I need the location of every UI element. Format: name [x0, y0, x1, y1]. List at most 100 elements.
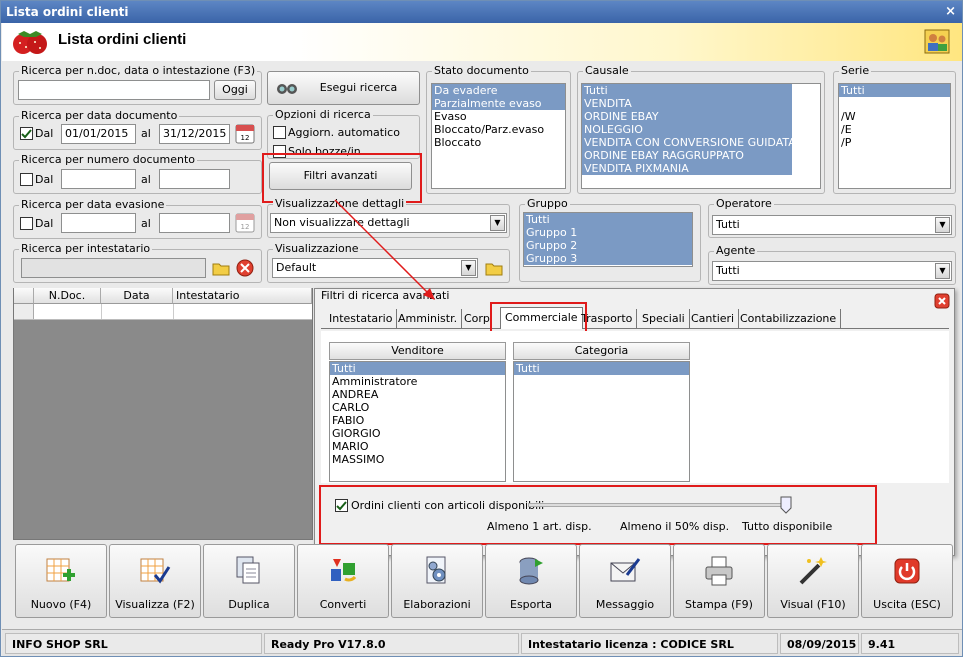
chevron-down-icon[interactable]: ▼ [461, 260, 476, 276]
venditore-list[interactable]: Tutti Amministratore ANDREA CARLO FABIO … [329, 361, 506, 482]
folder-icon[interactable] [484, 258, 504, 278]
column-header-data[interactable]: Data [101, 288, 173, 304]
list-item[interactable]: VENDITA CON CONVERSIONE GUIDATA [582, 136, 796, 149]
duplicate-button[interactable]: Duplica [203, 544, 295, 618]
list-item[interactable]: Evaso [432, 110, 565, 123]
today-button[interactable]: Oggi [214, 80, 256, 100]
list-item[interactable] [839, 97, 950, 110]
date-eva-from-input[interactable] [61, 213, 136, 233]
users-icon[interactable] [923, 27, 951, 55]
print-button[interactable]: Stampa (F9) [673, 544, 765, 618]
list-item[interactable]: FABIO [330, 414, 505, 427]
close-icon[interactable] [934, 293, 950, 309]
tab-corpo[interactable]: Corpo [460, 309, 492, 329]
list-item[interactable]: Da evadere [432, 84, 565, 97]
status-date: 08/09/2015 [780, 633, 859, 654]
tab-speciali[interactable]: Speciali [638, 309, 690, 329]
list-item[interactable]: Gruppo 1 [524, 226, 692, 239]
execute-search-button[interactable]: Esegui ricerca [267, 71, 420, 105]
date-eva-to-input[interactable] [159, 213, 230, 233]
list-item[interactable]: MASSIMO [330, 453, 505, 466]
clear-icon[interactable] [235, 258, 255, 278]
export-button[interactable]: Esporta [485, 544, 577, 618]
list-item[interactable]: Tutti [330, 362, 505, 375]
tab-intestatario[interactable]: Intestatario [325, 309, 398, 329]
search-text-label: Ricerca per n.doc, data o intestazione (… [19, 64, 258, 77]
list-item[interactable]: ORDINE EBAY RAGGRUPPATO [582, 149, 792, 162]
exit-button[interactable]: Uscita (ESC) [861, 544, 953, 618]
categoria-list[interactable]: Tutti [513, 361, 690, 482]
num-doc-from-input[interactable] [61, 169, 136, 189]
svg-text:12: 12 [241, 134, 250, 142]
view-label: Visualizza (F2) [115, 598, 195, 611]
printer-icon [705, 556, 733, 586]
tab-amministr[interactable]: Amministr. [394, 309, 463, 329]
num-doc-checkbox[interactable] [20, 173, 33, 186]
folder-icon[interactable] [211, 258, 231, 278]
stato-list[interactable]: Da evadere Parzialmente evaso Evaso Bloc… [431, 83, 566, 189]
calendar-icon[interactable]: 12 [235, 213, 255, 233]
list-item[interactable]: Amministratore [330, 375, 505, 388]
visual-button[interactable]: Visual (F10) [767, 544, 859, 618]
date-eva-checkbox[interactable] [20, 217, 33, 230]
list-item[interactable]: NOLEGGIO [582, 123, 792, 136]
causale-list[interactable]: Tutti VENDITA ORDINE EBAY NOLEGGIO VENDI… [581, 83, 821, 189]
annotation-arrow [334, 199, 435, 300]
date-doc-dal-label: Dal [35, 127, 54, 140]
list-item[interactable]: GIORGIO [330, 427, 505, 440]
list-item[interactable]: Gruppo 2 [524, 239, 692, 252]
agente-select[interactable]: Tutti ▼ [712, 261, 952, 281]
list-item[interactable]: Bloccato [432, 136, 565, 149]
list-item[interactable]: Tutti [514, 362, 689, 375]
list-item[interactable]: /P [839, 136, 950, 149]
auto-update-checkbox[interactable] [273, 126, 286, 139]
num-doc-to-input[interactable] [159, 169, 230, 189]
list-item[interactable]: VENDITA PIXMANIA [582, 162, 792, 175]
list-item[interactable]: ORDINE EBAY [582, 110, 792, 123]
print-label: Stampa (F9) [685, 598, 753, 611]
agente-label: Agente [714, 244, 758, 257]
orders-grid[interactable] [13, 288, 313, 540]
list-item[interactable]: /E [839, 123, 950, 136]
envelope-icon [610, 558, 641, 582]
message-button[interactable]: Messaggio [579, 544, 671, 618]
list-item[interactable]: ANDREA [330, 388, 505, 401]
date-doc-to-input[interactable]: 31/12/2015 [159, 124, 230, 144]
gears-document-icon [426, 556, 446, 584]
date-doc-checkbox[interactable] [20, 127, 33, 140]
table-row[interactable] [14, 304, 312, 320]
list-item[interactable]: /W [839, 110, 950, 123]
venditore-header: Venditore [329, 342, 506, 360]
operatore-select[interactable]: Tutti ▼ [712, 215, 952, 235]
list-item[interactable]: Gruppo 3 [524, 252, 692, 265]
date-eva-al-label: al [141, 217, 151, 230]
list-item[interactable]: Parzialmente evaso [432, 97, 565, 110]
chevron-down-icon[interactable]: ▼ [935, 217, 950, 233]
list-item[interactable]: Tutti [582, 84, 792, 97]
tab-cantieri[interactable]: Cantieri [687, 309, 740, 329]
column-header-intestatario[interactable]: Intestatario [173, 288, 312, 304]
list-item[interactable]: MARIO [330, 440, 505, 453]
list-item[interactable]: CARLO [330, 401, 505, 414]
visualizzazione-value: Default [276, 261, 317, 274]
list-item[interactable]: Tutti [524, 213, 692, 226]
date-doc-from-input[interactable]: 01/01/2015 [61, 124, 136, 144]
intestatario-input[interactable] [21, 258, 206, 278]
list-item[interactable]: Tutti [839, 84, 950, 97]
chevron-down-icon[interactable]: ▼ [935, 263, 950, 279]
convert-button[interactable]: Converti [297, 544, 389, 618]
calendar-icon[interactable]: 12 [235, 124, 255, 144]
serie-list[interactable]: Tutti /W /E /P [838, 83, 951, 189]
new-button[interactable]: Nuovo (F4) [15, 544, 107, 618]
column-header-ndoc[interactable]: N.Doc. [34, 288, 101, 304]
chevron-down-icon[interactable]: ▼ [490, 215, 505, 231]
tab-contabilizzazione[interactable]: Contabilizzazione [736, 309, 842, 329]
view-button[interactable]: Visualizza (F2) [109, 544, 201, 618]
list-item[interactable]: VENDITA [582, 97, 792, 110]
close-icon[interactable]: × [945, 1, 956, 23]
elaborations-button[interactable]: Elaborazioni [391, 544, 483, 618]
gruppo-list[interactable]: Tutti Gruppo 1 Gruppo 2 Gruppo 3 [523, 212, 693, 267]
list-item[interactable]: Bloccato/Parz.evaso [432, 123, 565, 136]
convert-icon [331, 559, 357, 582]
search-input[interactable] [18, 80, 210, 100]
